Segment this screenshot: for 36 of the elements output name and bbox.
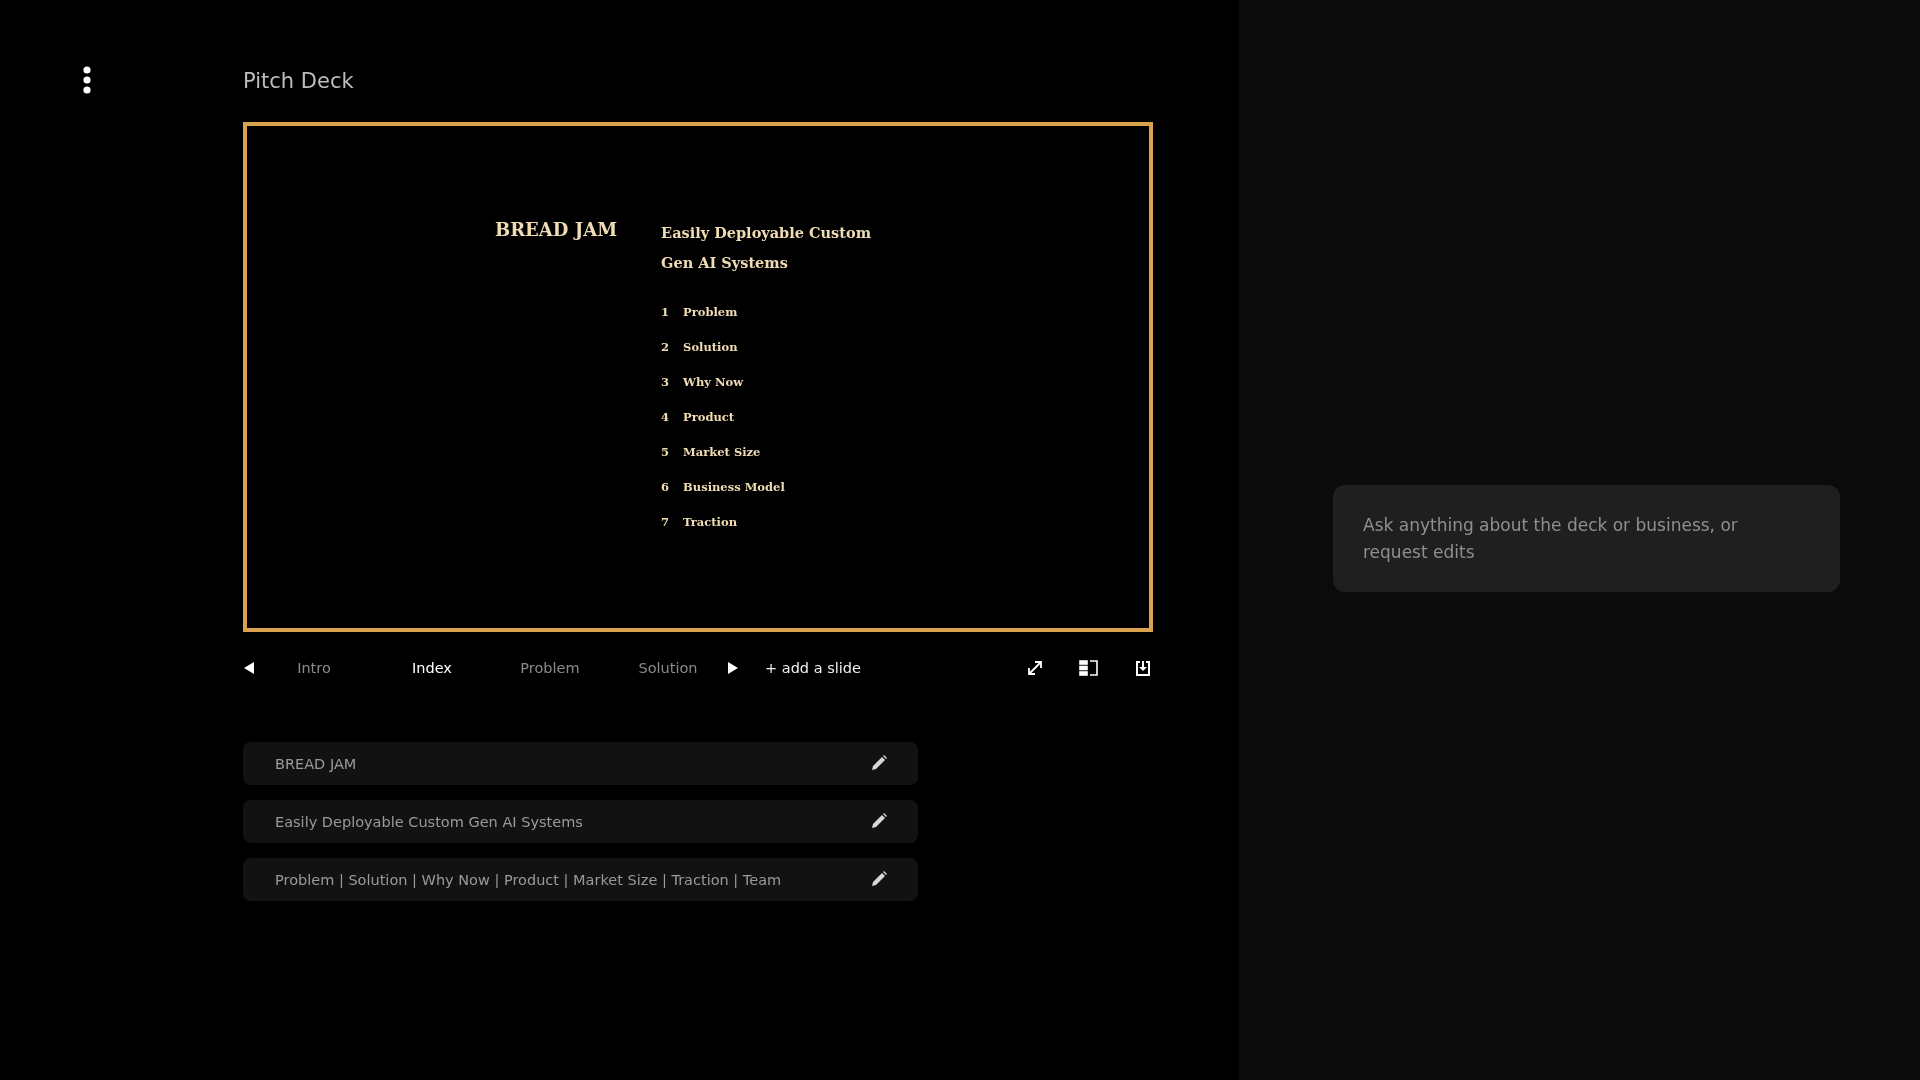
agenda-item: Solution (683, 339, 738, 356)
slide-headline: Gen AI Systems (661, 253, 789, 273)
slide-tab[interactable]: Intro (255, 656, 373, 680)
add-slide-button[interactable]: + add a slide (765, 656, 861, 680)
agenda-item: Why Now (683, 374, 744, 391)
slide-tab[interactable]: Problem (491, 656, 609, 680)
edit-icon[interactable] (870, 870, 888, 888)
agenda-number: 4 (661, 409, 671, 426)
agenda-item: Problem (683, 304, 738, 321)
text-field[interactable]: Problem | Solution | Why Now | Product | Market Size | Traction | Team (243, 858, 918, 901)
slide-brand: BREAD JAM (494, 218, 618, 242)
agenda-item: Business Model (683, 479, 785, 496)
expand-icon[interactable] (1025, 658, 1045, 678)
agenda-number: 6 (661, 479, 671, 496)
agenda-item: Traction (683, 514, 738, 531)
agenda-number: 2 (661, 339, 671, 356)
chat-input[interactable]: Ask anything about the deck or business, or request edits (1333, 484, 1840, 592)
agenda-item: Product (683, 409, 735, 426)
agenda-number: 5 (661, 444, 671, 461)
agenda-number: 3 (661, 374, 671, 391)
deck-title: Pitch Deck (243, 68, 355, 94)
edit-icon[interactable] (870, 812, 888, 830)
agenda-item: Market Size (683, 444, 761, 461)
layout-icon[interactable] (1079, 658, 1099, 678)
download-icon[interactable] (1133, 658, 1153, 678)
previous-icon[interactable] (243, 661, 255, 675)
agenda-number: 7 (661, 514, 671, 531)
slide-tab[interactable]: Index (373, 656, 491, 680)
next-icon[interactable] (727, 661, 739, 675)
edit-icon[interactable] (870, 754, 888, 772)
text-field[interactable]: BREAD JAM (243, 742, 918, 785)
slide-headline: Easily Deployable Custom (661, 223, 872, 243)
agenda-number: 1 (661, 304, 671, 321)
slide-tab[interactable]: Solution (609, 656, 727, 680)
menu-icon[interactable] (81, 66, 92, 94)
text-field[interactable]: Easily Deployable Custom Gen AI Systems (243, 800, 918, 843)
